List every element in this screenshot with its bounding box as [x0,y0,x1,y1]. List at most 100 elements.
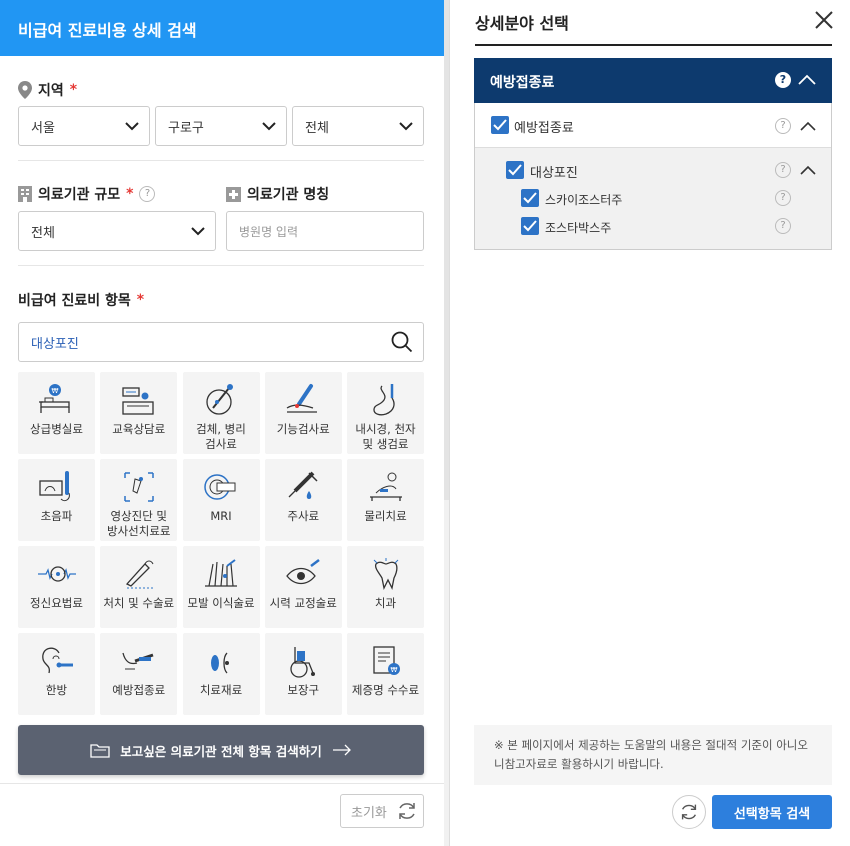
city-select-value: 서울 [31,120,55,136]
divider [18,160,424,161]
category-label: 영상진단 및 방사선치료료 [107,509,171,538]
category-tile[interactable]: 예방접종료 [100,633,178,715]
city-select[interactable]: 서울 [18,106,150,146]
chevron-down-icon [125,121,139,130]
checkbox-leaf[interactable] [521,217,539,235]
physio-icon [369,472,402,501]
category-tile[interactable]: 치과 [347,546,424,628]
lab-icon [206,384,233,415]
chevron-down-icon [399,121,413,130]
category-grid: ₩ 상급병실료 교육상담료 검체, 병리 검사료 기능검사료 내시경, 천자 및… [18,372,424,715]
category-tile[interactable]: 주사료 [264,459,342,541]
category-tile[interactable]: 시력 교정술료 [264,546,342,628]
category-tile[interactable]: 정신요법료 [18,546,95,628]
submit-search-button[interactable]: 선택항목 검색 [712,795,832,829]
svg-text:₩: ₩ [390,666,397,674]
search-all-button[interactable]: 보고싶은 의료기관 전체 항목 검색하기 [18,725,424,775]
tree-level1-label[interactable]: 예방접종료 [514,117,574,136]
checkbox-leaf[interactable] [521,189,539,207]
category-tile[interactable]: 교육상담료 [100,372,178,454]
hospital-name-input[interactable]: 병원명 입력 [226,211,424,251]
endoscope-icon [372,384,395,416]
check-icon [523,192,537,204]
tree-leaf-label[interactable]: 조스타박스주 [545,219,611,236]
checkbox-level1[interactable] [491,116,509,134]
reset-label: 초기화 [351,805,387,821]
district-select[interactable]: 구로구 [155,106,287,146]
chevron-up-icon[interactable] [798,74,816,85]
page-title: 비급여 진료비용 상세 검색 [0,0,444,56]
name-section-title: 의료기관 명칭 [226,184,329,204]
eye-icon [286,559,320,585]
item-search-input[interactable]: 대상포진 [18,322,424,362]
region-label: 지역 [38,83,64,99]
material-icon [211,652,229,674]
location-pin-icon [18,81,32,99]
required-mark: * [69,82,78,98]
dong-select-value: 전체 [305,120,329,136]
size-label: 의료기관 규모 [38,187,121,203]
panel-divider [449,0,450,846]
tooth-icon [373,558,398,590]
size-select[interactable]: 전체 [18,211,216,251]
checkbox-level2[interactable] [506,161,524,179]
category-tile[interactable]: 검체, 병리 검사료 [182,372,260,454]
search-icon[interactable] [391,331,413,353]
divider [18,265,424,266]
category-label: 치과 [374,596,397,610]
panel-title: 상세분야 선택 [475,14,569,33]
category-tile[interactable]: 모발 이식술료 [182,546,260,628]
category-tile[interactable]: 내시경, 천자 및 생검료 [347,372,424,454]
tree-leaf-label[interactable]: 스카이조스터주 [545,191,622,208]
mri-icon [204,474,236,500]
chevron-up-icon[interactable] [800,165,816,175]
category-label: 한방 [45,683,68,697]
category-header[interactable]: 예방접종료 ? [474,58,832,103]
check-icon [508,164,522,176]
category-tile[interactable]: MRI [182,459,260,541]
notice-text: ※ 본 페이지에서 제공하는 도움말의 내용은 절대적 기준이 아니오니참고자료… [474,725,832,785]
help-icon[interactable]: ? [775,162,791,178]
category-label: 시력 교정술료 [269,596,337,610]
help-icon[interactable]: ? [775,72,791,88]
bed-icon: ₩ [38,384,70,413]
category-label: 초음파 [40,509,73,523]
category-tile[interactable]: 초음파 [18,459,95,541]
category-label: 기능검사료 [276,422,330,436]
category-tile[interactable]: 치료재료 [182,633,260,715]
category-tile[interactable]: ₩ 상급병실료 [18,372,95,454]
category-tile[interactable]: 물리치료 [347,459,424,541]
category-tile[interactable]: 기능검사료 [264,372,342,454]
category-tile[interactable]: 영상진단 및 방사선치료료 [100,459,178,541]
category-tile[interactable]: 보장구 [264,633,342,715]
category-tile[interactable]: 처치 및 수술료 [100,546,178,628]
ultrasound-icon [38,471,70,502]
hair-icon [205,559,237,587]
close-icon[interactable] [812,8,836,32]
chevron-up-icon[interactable] [800,121,816,131]
hospital-cross-icon [226,186,241,202]
folder-icon [90,744,110,758]
tree-level2-label[interactable]: 대상포진 [530,162,578,181]
category-label: 검체, 병리 검사료 [196,422,246,451]
vaccine-icon [122,652,154,670]
reset-button[interactable]: 초기화 [340,794,424,828]
acupuncture-icon [41,647,73,674]
help-icon[interactable]: ? [775,218,791,234]
category-label: 교육상담료 [112,422,166,436]
category-header-label: 예방접종료 [490,75,555,91]
category-tile[interactable]: 한방 [18,633,95,715]
help-icon[interactable]: ? [775,190,791,206]
size-section-title: 의료기관 규모 * ? [18,184,156,204]
category-label: 주사료 [287,509,320,523]
refresh-button[interactable] [672,795,706,829]
category-label: 제증명 수수료 [351,683,420,697]
brain-wave-icon [37,566,76,582]
region-section-title: 지역 * [18,80,77,100]
chevron-down-icon [262,121,276,130]
help-icon[interactable]: ? [775,118,791,134]
function-test-icon [286,384,318,413]
category-tile[interactable]: ₩ 제증명 수수료 [347,633,424,715]
help-icon[interactable]: ? [139,186,156,202]
dong-select[interactable]: 전체 [292,106,424,146]
